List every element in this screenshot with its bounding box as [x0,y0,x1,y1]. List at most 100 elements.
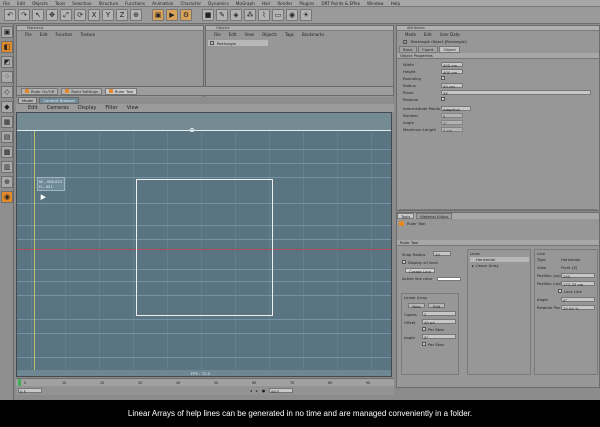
menu-item[interactable]: MoGraph [236,1,255,6]
menu-item[interactable]: Functions [125,1,145,6]
panel-menu-item[interactable]: Texture [80,32,95,37]
texture-mode-icon[interactable]: ◧ [1,41,13,53]
camera-icon[interactable]: ◉ [286,9,298,21]
menu-item[interactable]: Animation [152,1,173,6]
prop-input[interactable]: 400 cm [441,69,463,75]
angle-input[interactable]: 0° [422,334,456,340]
menu-item[interactable]: DRT Paints & Effex [321,1,360,6]
timeline[interactable]: 0 10 20 30 40 50 60 70 80 90 [16,378,394,387]
viewport-tab-0[interactable]: Model [18,97,38,104]
line-prop-input[interactable]: 245 [561,273,595,279]
menu-item[interactable]: Tools [55,1,65,6]
panel-menu-item[interactable]: File [214,32,221,37]
panel-menu-item[interactable]: Edit [229,32,237,37]
play-back-icon[interactable]: ◂ [250,388,252,393]
menu-item[interactable]: Render [277,1,292,6]
floor-icon[interactable]: ▭ [272,9,284,21]
active-line-color-swatch[interactable] [437,277,461,281]
menu-item[interactable]: Plugins [299,1,314,6]
menu-item[interactable]: Help [391,1,401,6]
interp-input[interactable]: 8 [441,113,463,119]
tools-tab-0[interactable]: Tools [397,213,415,219]
panel-menu-item[interactable]: File [25,32,32,37]
per-step-checkbox-1[interactable] [422,327,426,331]
panel-menu-item[interactable]: User Data [440,32,460,37]
undo-icon[interactable]: ↶ [4,9,16,21]
ruler-tab-1[interactable]: Ruler Settings [61,87,102,95]
attr-tab-coord[interactable]: Coord. [418,46,439,53]
array-icon[interactable]: ⁂ [244,9,256,21]
menu-item[interactable]: File [3,1,10,6]
select-icon[interactable]: ↖ [32,9,44,21]
panel-menu-item[interactable]: Mode [405,32,416,37]
z-axis-icon[interactable]: Z [116,9,128,21]
snap-radius-input[interactable]: 10 [433,251,451,257]
help-line-horizontal[interactable] [17,130,391,131]
render-view-icon[interactable]: ▣ [152,9,164,21]
menu-item[interactable]: Hair [262,1,271,6]
light-icon[interactable]: ☀ [300,9,312,21]
panel-menu-item[interactable]: Cameras [47,105,69,111]
new-array-button[interactable]: New [408,303,425,309]
menu-item[interactable]: Dynamics [208,1,229,6]
viewport-front[interactable]: W - 458.021 H - 421 FPS : 72.0 [16,112,392,377]
prop-input[interactable]: 400 cm [441,62,463,68]
magnet-icon[interactable]: ◉ [1,191,13,203]
object-row-rectangle[interactable]: Rectangle [208,40,268,46]
model-mode-icon[interactable]: ▣ [1,26,13,38]
create-line-button[interactable]: Create Line [405,268,435,274]
pen-icon[interactable]: ✎ [216,9,228,21]
panel-menu-item[interactable]: Function [55,32,72,37]
panel-menu-item[interactable]: View [244,32,254,37]
interp-input[interactable]: 5° [441,120,463,126]
panel-menu-item[interactable]: Bookmarks [302,32,324,37]
panel-menu-item[interactable]: Objects [262,32,277,37]
panel-menu-item[interactable]: View [127,105,139,111]
copies-input[interactable]: 2 [422,311,456,317]
grid-icon[interactable]: ▦ [1,116,13,128]
line-prop-input[interactable]: 25.00 % [561,305,595,311]
subdivide-icon[interactable]: ◈ [230,9,242,21]
prop-checkbox[interactable] [441,97,445,101]
help-line-handle[interactable] [190,128,194,132]
cube-icon[interactable]: ■ [202,9,214,21]
menu-item[interactable]: Window [367,1,384,6]
prop-input[interactable]: 50 cm [441,83,463,89]
interp-input[interactable]: 5 cm [441,127,463,133]
start-frame-input[interactable]: 0 F [18,388,42,394]
rectangle-spline[interactable] [136,179,273,316]
menu-item[interactable]: Character [180,1,201,6]
prop-input[interactable]: XY [441,90,591,96]
line-prop-input[interactable]: 173.33 cm [561,281,595,287]
y-axis-icon[interactable]: Y [102,9,114,21]
tools-tab-1[interactable]: Material Editor [416,213,453,219]
ruler-tab-2[interactable]: Ruler Tool [104,87,138,95]
edit-array-button[interactable]: Edit [428,303,445,309]
move-icon[interactable]: ✥ [46,9,58,21]
redo-icon[interactable]: ↷ [18,9,30,21]
deformer-icon[interactable]: ⌇ [258,9,270,21]
panel-menu-item[interactable]: Edit [28,105,38,111]
panel-menu-item[interactable]: Edit [424,32,432,37]
record-icon[interactable]: ● [262,388,265,393]
end-frame-input[interactable]: 90 F [269,388,294,394]
panel-menu-item[interactable]: Filter [105,105,117,111]
polygons-mode-icon[interactable]: ◆ [1,101,13,113]
render-icon[interactable]: ▶ [166,9,178,21]
cube-small-icon[interactable]: ▤ [1,131,13,143]
line-prop-input[interactable]: 0° [561,297,595,303]
edges-mode-icon[interactable]: ◇ [1,86,13,98]
offset-input[interactable]: 40 px [422,319,456,325]
snap-icon[interactable]: ⊕ [1,176,13,188]
layout-icon[interactable]: ▥ [1,161,13,173]
prop-checkbox[interactable] [441,76,445,80]
play-icon[interactable]: ▸ [256,388,258,393]
points-mode-icon[interactable]: ⁘ [1,71,13,83]
menu-item[interactable]: Objects [32,1,48,6]
world-icon[interactable]: ⊕ [130,9,142,21]
lines-item-horizontal[interactable]: Horizontal [470,257,529,262]
viewport-tab-1[interactable]: Content Browser [39,97,80,104]
checker-icon[interactable]: ▩ [1,146,13,158]
x-axis-icon[interactable]: X [88,9,100,21]
panel-menu-item[interactable]: Display [78,105,96,111]
